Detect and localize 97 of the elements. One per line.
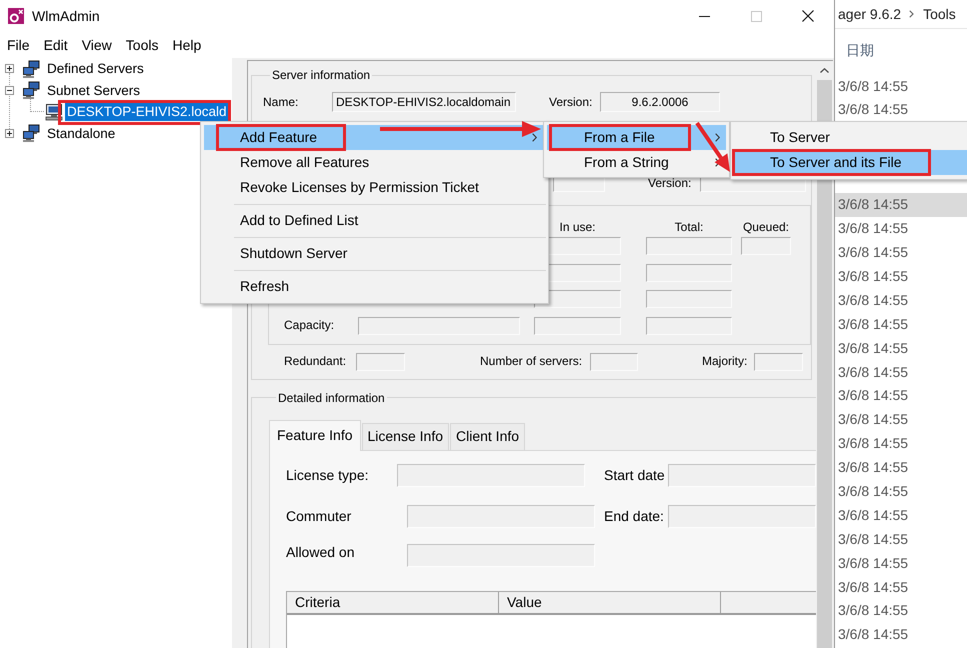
file-row[interactable]: 3/6/8 14:55: [835, 264, 967, 288]
menu-item[interactable]: From a File: [547, 125, 726, 150]
menu-item[interactable]: Tools: [118, 34, 166, 56]
file-row[interactable]: 3/6/8 14:55: [835, 622, 967, 647]
computers-icon: [22, 81, 40, 100]
computers-icon: [22, 124, 40, 142]
expand-icon[interactable]: [5, 128, 14, 138]
field-label: Name:: [263, 94, 298, 110]
input-field[interactable]: [358, 316, 520, 334]
input-field[interactable]: [754, 352, 803, 370]
tab[interactable]: Feature Info: [269, 420, 360, 450]
menu-item[interactable]: Remove all Features: [204, 150, 545, 175]
input-field[interactable]: [646, 264, 732, 282]
input-field[interactable]: [407, 504, 595, 528]
field-label: Majority:: [702, 354, 748, 369]
computer-icon: [45, 102, 63, 121]
field-label: Start date: [604, 466, 665, 484]
menu-item[interactable]: From a String: [547, 150, 726, 175]
column-header[interactable]: Value: [499, 592, 721, 612]
input-field[interactable]: [741, 237, 791, 255]
input-field[interactable]: [646, 316, 732, 334]
column-header[interactable]: Criteria: [287, 592, 499, 612]
input-field[interactable]: [590, 352, 638, 370]
input-field[interactable]: [407, 544, 595, 566]
app-logo-icon: [8, 8, 24, 24]
file-row[interactable]: 3/6/8 14:55: [835, 384, 967, 408]
file-row[interactable]: 3/6/8 14:55: [835, 456, 967, 480]
file-row[interactable]: 3/6/8 14:55: [835, 479, 967, 504]
tree-item[interactable]: Defined Servers: [45, 59, 146, 78]
expand-icon[interactable]: [5, 64, 14, 74]
file-row[interactable]: 3/6/8 14:55: [835, 598, 967, 623]
field-label: End date:: [604, 508, 664, 524]
menu-item[interactable]: File: [0, 34, 37, 56]
tree-item[interactable]: Standalone: [45, 124, 118, 143]
tab[interactable]: License Info: [362, 422, 449, 450]
menu-item[interactable]: Help: [165, 34, 208, 56]
text-field[interactable]: DESKTOP-EHIVIS2.localdomain: [332, 92, 516, 112]
file-row[interactable]: 3/6/8 14:55: [835, 527, 967, 552]
window-title: WlmAdmin: [32, 8, 100, 24]
menu-item[interactable]: View: [74, 34, 119, 56]
file-row[interactable]: 3/6/8 14:55: [835, 98, 967, 122]
field-label: Commuter: [286, 508, 352, 524]
menu-item[interactable]: Add to Defined List: [204, 208, 545, 233]
scroll-up-icon[interactable]: [820, 68, 829, 73]
tree-item[interactable]: DESKTOP-EHIVIS2.locald: [65, 102, 229, 122]
collapse-icon[interactable]: [5, 86, 14, 95]
file-row[interactable]: 3/6/8 14:55: [835, 336, 967, 360]
column-header[interactable]: 日期: [846, 42, 874, 58]
menu-item[interactable]: To Server: [734, 125, 967, 150]
input-field[interactable]: [646, 237, 732, 255]
input-field[interactable]: [397, 464, 585, 486]
close-icon: [802, 10, 814, 22]
field-label: Capacity:: [284, 318, 334, 333]
menu-item[interactable]: Shutdown Server: [204, 241, 545, 266]
breadcrumb-item[interactable]: Tools: [923, 6, 956, 22]
breadcrumb-item[interactable]: ager 9.6.2: [838, 6, 902, 22]
menu-item[interactable]: Edit: [36, 34, 75, 56]
file-row[interactable]: 3/6/8 14:55: [835, 432, 967, 456]
tab[interactable]: Client Info: [450, 422, 526, 450]
file-row[interactable]: 3/6/8 14:55: [835, 551, 967, 576]
file-row[interactable]: 3/6/8 14:55: [835, 360, 967, 384]
input-field[interactable]: [668, 504, 816, 528]
file-row[interactable]: 3/6/8 14:55: [835, 503, 967, 528]
field-label: Version:: [549, 94, 592, 110]
group-label: Detailed information: [277, 390, 386, 404]
file-row[interactable]: 3/6/8 14:55: [835, 575, 967, 599]
column-label: In use:: [559, 220, 596, 234]
chevron-right-icon: [909, 10, 914, 18]
file-row[interactable]: 3/6/8 14:55: [835, 192, 967, 217]
file-row[interactable]: 3/6/8 14:55: [835, 408, 967, 432]
input-field[interactable]: [356, 352, 405, 370]
file-row[interactable]: 3/6/8 14:55: [835, 312, 967, 336]
group-label: Server information: [271, 68, 372, 82]
field-label: Number of servers:: [480, 354, 582, 369]
column-header[interactable]: [721, 592, 816, 612]
input-field[interactable]: [668, 464, 816, 486]
file-row[interactable]: 3/6/8 14:55: [835, 288, 967, 312]
tree-item[interactable]: Subnet Servers: [45, 80, 142, 100]
maximize-icon: [750, 10, 762, 22]
menu-item[interactable]: Refresh: [204, 274, 545, 299]
field-label: License type:: [286, 466, 368, 484]
menu-item[interactable]: To Server and its File: [734, 150, 967, 175]
column-label: Total:: [674, 220, 704, 234]
file-row[interactable]: 3/6/8 14:55: [835, 240, 967, 264]
field-label: Redundant:: [284, 354, 346, 369]
column-label: Queued:: [742, 220, 790, 234]
menu-item[interactable]: Add Feature: [204, 125, 545, 150]
computers-icon: [22, 60, 40, 78]
field-label: Version:: [648, 176, 692, 190]
text-field[interactable]: 9.6.2.0006: [600, 92, 720, 112]
field-label: Allowed on: [286, 544, 354, 560]
menu-item[interactable]: Revoke Licenses by Permission Ticket: [204, 175, 545, 200]
file-row[interactable]: 3/6/8 14:55: [835, 74, 967, 98]
annotation-arrow: [695, 122, 730, 172]
input-field[interactable]: [646, 290, 732, 308]
file-row[interactable]: 3/6/8 14:55: [835, 216, 967, 241]
input-field[interactable]: [534, 316, 621, 334]
